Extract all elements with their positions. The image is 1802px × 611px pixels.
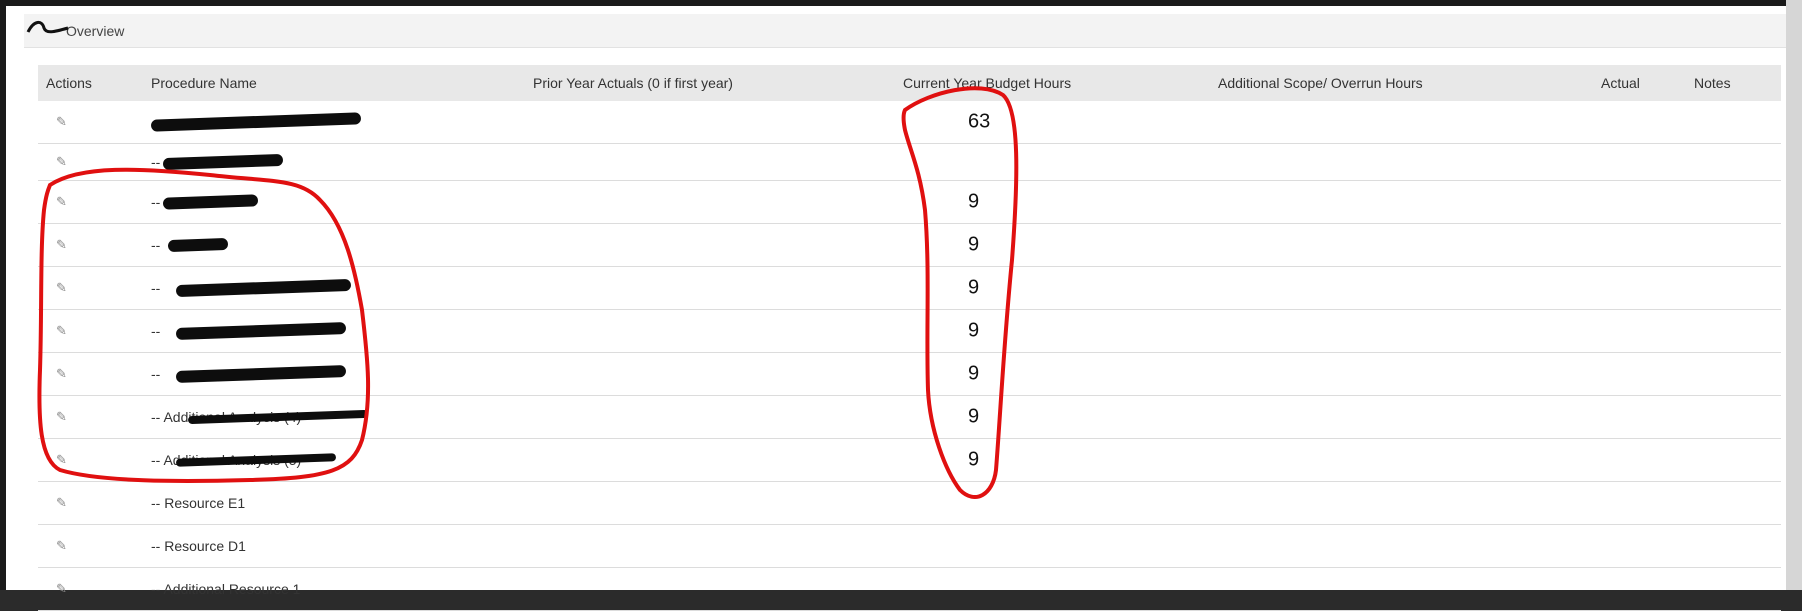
- budget-hours: 9: [968, 276, 980, 299]
- procedure-name: --: [151, 194, 161, 210]
- pencil-icon[interactable]: ✎: [56, 367, 70, 381]
- pencil-icon[interactable]: ✎: [56, 155, 70, 169]
- scrollbar-track[interactable]: [1786, 0, 1802, 590]
- col-notes[interactable]: Notes: [1694, 65, 1731, 101]
- table-row[interactable]: ✎ -- Additional Analysis (5) 9: [38, 439, 1781, 482]
- table-row[interactable]: ✎ -- Resource E1: [38, 482, 1781, 525]
- col-actual[interactable]: Actual: [1601, 65, 1640, 101]
- pencil-icon[interactable]: ✎: [56, 115, 70, 129]
- procedure-name: -- Resource D1: [151, 538, 246, 554]
- redaction-scribble: [175, 322, 347, 340]
- procedure-name: --: [151, 323, 161, 339]
- pencil-icon[interactable]: ✎: [56, 281, 70, 295]
- col-procedure-name[interactable]: Procedure Name: [151, 65, 257, 101]
- table-row[interactable]: ✎ -- Additional Analysis (4) 9: [38, 396, 1781, 439]
- table-row[interactable]: ✎ -- 9: [38, 353, 1781, 396]
- budget-hours: 63: [968, 110, 991, 133]
- budget-hours: 9: [968, 319, 980, 342]
- budget-hours: 9: [968, 190, 980, 213]
- table-header: Actions Procedure Name Prior Year Actual…: [38, 65, 1781, 101]
- redaction-scribble: [175, 365, 347, 383]
- pencil-icon[interactable]: ✎: [56, 410, 70, 424]
- procedure-name: --: [151, 237, 161, 253]
- col-prior-year[interactable]: Prior Year Actuals (0 if first year): [533, 65, 733, 101]
- procedure-name: -- Resource E1: [151, 495, 246, 511]
- pencil-icon[interactable]: ✎: [56, 582, 70, 596]
- table-row[interactable]: ✎ -- 9: [38, 224, 1781, 267]
- table-row[interactable]: ✎ 63: [38, 101, 1781, 144]
- pencil-icon[interactable]: ✎: [56, 453, 70, 467]
- budget-hours: 9: [968, 362, 980, 385]
- table-row[interactable]: ✎ -- 9: [38, 310, 1781, 353]
- pencil-icon[interactable]: ✎: [56, 496, 70, 510]
- redaction-scribble: [150, 112, 362, 132]
- col-additional-scope[interactable]: Additional Scope/ Overrun Hours: [1218, 65, 1423, 101]
- redaction-scribble: [175, 278, 352, 298]
- budget-hours: 9: [968, 405, 980, 428]
- redaction-scribble: [26, 21, 69, 34]
- table-row[interactable]: ✎ --: [38, 144, 1781, 181]
- panel-title: Overview: [24, 14, 1799, 48]
- redaction-scribble: [167, 237, 229, 253]
- procedure-name: --: [151, 154, 161, 170]
- pencil-icon[interactable]: ✎: [56, 195, 70, 209]
- app-window: Overview Actions Procedure Name Prior Ye…: [0, 0, 1802, 611]
- budget-hours: 9: [968, 448, 980, 471]
- table-row[interactable]: ✎ -- Resource D1: [38, 525, 1781, 568]
- budget-hours: 9: [968, 233, 980, 256]
- procedures-table: Actions Procedure Name Prior Year Actual…: [38, 65, 1781, 611]
- pencil-icon[interactable]: ✎: [56, 539, 70, 553]
- panel-title-label: Overview: [66, 23, 125, 39]
- col-actions[interactable]: Actions: [46, 65, 92, 101]
- procedure-name: --: [151, 280, 161, 296]
- table-row[interactable]: ✎ -- 9: [38, 267, 1781, 310]
- redaction-scribble: [162, 194, 259, 210]
- procedure-name: --: [151, 366, 161, 382]
- procedure-name: -- Additional Resource 1: [151, 581, 301, 597]
- col-current-budget[interactable]: Current Year Budget Hours: [903, 65, 1071, 101]
- table-row[interactable]: ✎ -- 9: [38, 181, 1781, 224]
- pencil-icon[interactable]: ✎: [56, 238, 70, 252]
- pencil-icon[interactable]: ✎: [56, 324, 70, 338]
- redaction-scribble: [162, 153, 284, 171]
